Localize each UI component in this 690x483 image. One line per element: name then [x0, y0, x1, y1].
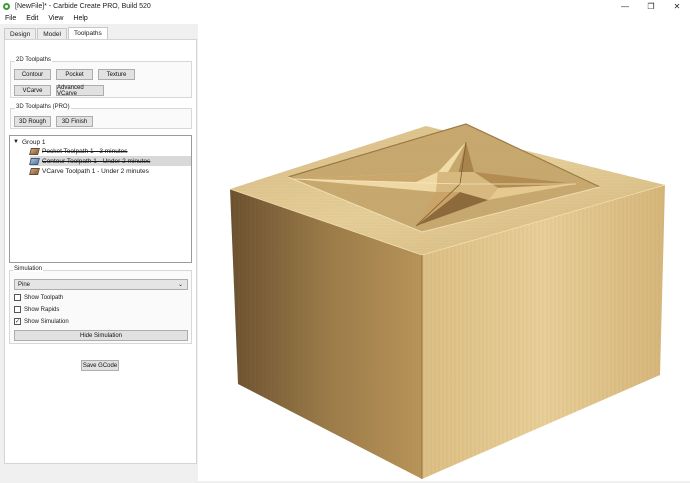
show-toolpath-row[interactable]: Show Toolpath: [14, 294, 63, 301]
material-select[interactable]: Pine ⌄: [14, 279, 188, 290]
mode-tabs: Design Model Toolpaths: [4, 27, 109, 39]
window-title: [NewFile]* - Carbide Create PRO, Build 5…: [15, 2, 151, 10]
menu-file[interactable]: File: [5, 15, 16, 22]
show-rapids-label: Show Rapids: [24, 306, 60, 313]
tree-item-contour-toolpath[interactable]: Contour Toolpath 1 - Under 2 minutes: [29, 156, 191, 166]
window-controls: — ❐ ✕: [612, 0, 690, 12]
chevron-down-icon[interactable]: ▼: [12, 139, 20, 145]
3d-finish-button[interactable]: 3D Finish: [56, 116, 93, 127]
texture-button[interactable]: Texture: [98, 69, 135, 80]
close-button[interactable]: ✕: [664, 0, 690, 12]
tab-design[interactable]: Design: [4, 28, 37, 39]
save-gcode-button[interactable]: Save GCode: [81, 360, 119, 371]
contour-toolpath-icon: [29, 157, 40, 165]
pocket-toolpath-icon: [29, 147, 40, 155]
advanced-vcarve-button[interactable]: Advanced VCarve: [56, 85, 104, 97]
maximize-button[interactable]: ❐: [638, 0, 664, 12]
menu-view[interactable]: View: [48, 15, 63, 22]
hide-simulation-button[interactable]: Hide Simulation: [14, 330, 188, 341]
toolpaths-2d-group: 2D Toolpaths Contour Pocket Texture VCar…: [10, 57, 192, 98]
3d-rough-button[interactable]: 3D Rough: [14, 116, 51, 127]
toolpaths-3d-title: 3D Toolpaths (PRO): [15, 104, 71, 110]
tree-item-vcarve-toolpath[interactable]: VCarve Toolpath 1 - Under 2 minutes: [29, 166, 191, 176]
app-logo-icon: [3, 2, 10, 10]
chevron-down-icon: ⌄: [177, 282, 183, 288]
simulation-group: Simulation Pine ⌄ Show Toolpath Show Rap…: [9, 266, 192, 344]
show-toolpath-label: Show Toolpath: [24, 294, 64, 301]
tab-model[interactable]: Model: [37, 28, 67, 39]
show-rapids-row[interactable]: Show Rapids: [14, 306, 59, 313]
simulation-title: Simulation: [13, 266, 44, 272]
show-toolpath-checkbox[interactable]: [14, 294, 21, 301]
tree-item-label: Pocket Toolpath 1 - 3 minutes: [42, 147, 128, 155]
show-simulation-row[interactable]: ✓ Show Simulation: [14, 318, 69, 325]
tab-toolpaths[interactable]: Toolpaths: [67, 27, 108, 39]
menu-edit[interactable]: Edit: [26, 15, 38, 22]
show-simulation-checkbox[interactable]: ✓: [14, 318, 21, 325]
toolpaths-panel: 2D Toolpaths Contour Pocket Texture VCar…: [4, 39, 197, 464]
show-simulation-label: Show Simulation: [24, 318, 69, 325]
show-rapids-checkbox[interactable]: [14, 306, 21, 313]
toolpath-tree: ▼ Group 1 Pocket Toolpath 1 - 3 minutes …: [9, 135, 192, 263]
vcarve-toolpath-icon: [29, 167, 40, 175]
vcarve-button[interactable]: VCarve: [14, 85, 51, 96]
title-bar: [NewFile]* - Carbide Create PRO, Build 5…: [0, 0, 690, 12]
3d-viewport[interactable]: [198, 24, 690, 481]
tree-item-label: VCarve Toolpath 1 - Under 2 minutes: [42, 167, 149, 175]
minimize-button[interactable]: —: [612, 0, 638, 12]
menu-help[interactable]: Help: [73, 15, 87, 22]
toolpaths-3d-group: 3D Toolpaths (PRO) 3D Rough 3D Finish: [10, 104, 192, 129]
simulation-render: [229, 123, 666, 479]
tree-item-label: Contour Toolpath 1 - Under 2 minutes: [42, 157, 151, 165]
material-select-value: Pine: [18, 281, 31, 288]
contour-button[interactable]: Contour: [14, 69, 51, 80]
menu-bar: File Edit View Help: [0, 12, 690, 24]
pocket-button[interactable]: Pocket: [56, 69, 93, 80]
toolpaths-2d-title: 2D Toolpaths: [15, 57, 52, 63]
tree-item-pocket-toolpath[interactable]: Pocket Toolpath 1 - 3 minutes: [29, 146, 191, 156]
tree-group-label: Group 1: [22, 138, 46, 146]
